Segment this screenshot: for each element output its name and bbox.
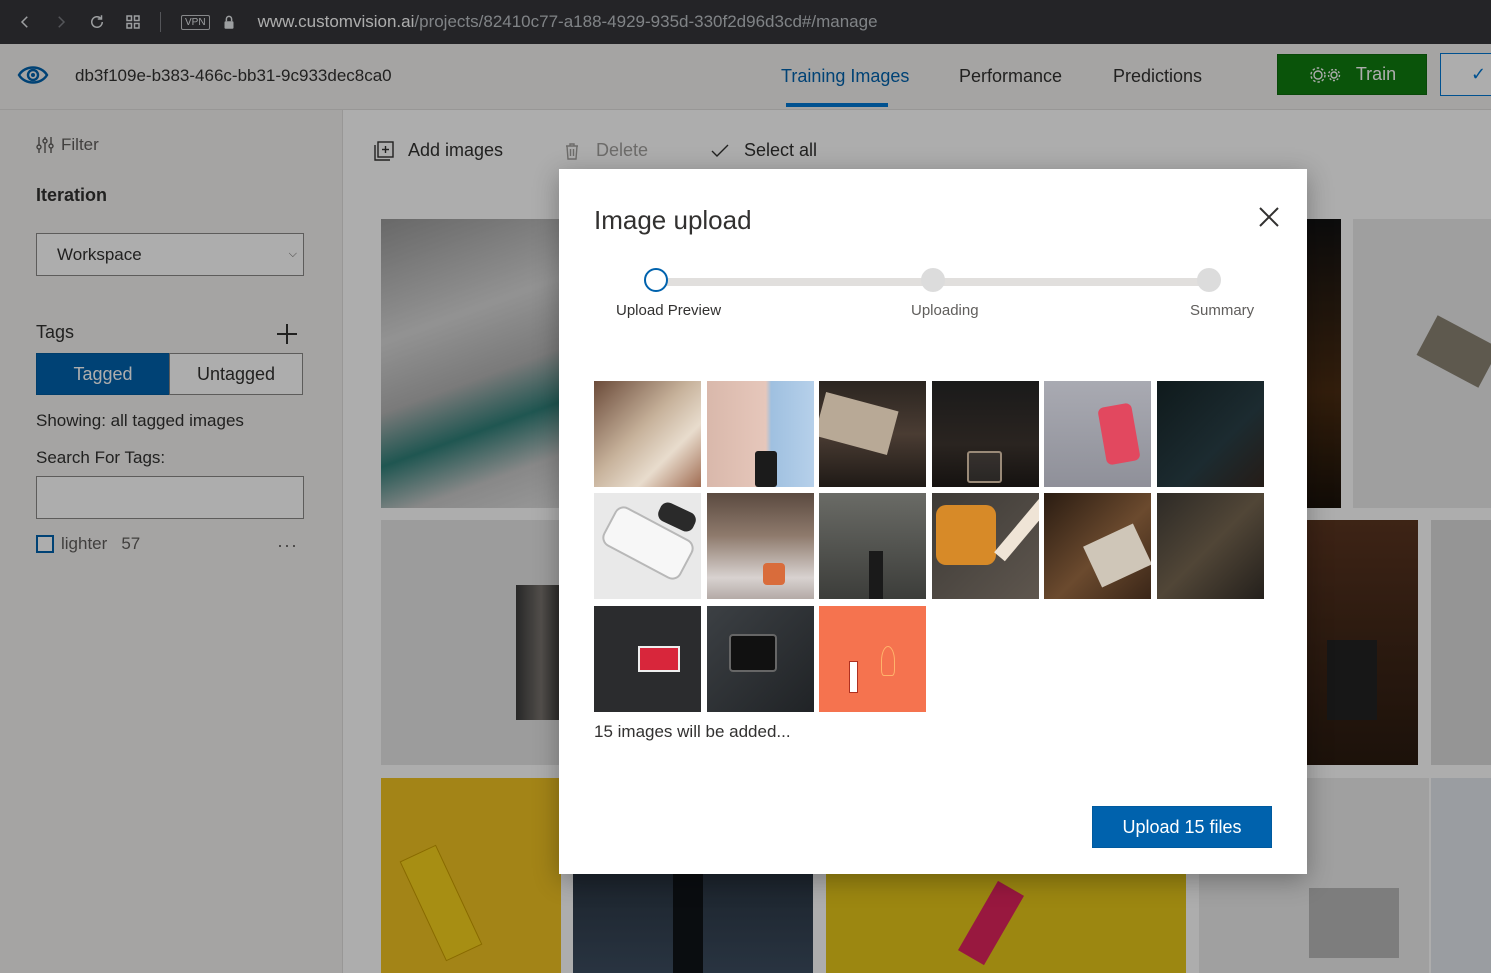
images-added-message: 15 images will be added... — [594, 722, 791, 741]
thumbnail — [819, 493, 926, 599]
step-indicator-upload-preview — [644, 268, 668, 292]
step-label-summary: Summary — [1190, 302, 1255, 319]
thumbnail — [819, 606, 926, 712]
thumbnail — [1157, 493, 1264, 599]
step-indicator-summary — [1197, 268, 1221, 292]
thumbnail — [594, 493, 701, 599]
thumbnail — [932, 381, 1039, 487]
close-icon[interactable] — [1258, 206, 1282, 230]
step-label-upload-preview: Upload Preview — [616, 302, 722, 319]
thumbnail — [707, 493, 814, 599]
thumbnail — [594, 606, 701, 712]
thumbnail — [1044, 493, 1151, 599]
thumbnail — [819, 381, 926, 487]
thumbnail — [932, 493, 1039, 599]
thumbnail — [707, 606, 814, 712]
thumbnail — [1157, 381, 1264, 487]
image-upload-dialog: Image upload Upload Preview Uploading Su… — [559, 169, 1307, 874]
thumbnail — [594, 381, 701, 487]
step-label-uploading: Uploading — [911, 302, 979, 319]
thumbnail — [707, 381, 814, 487]
step-indicator-uploading — [921, 268, 945, 292]
upload-files-button[interactable]: Upload 15 files — [1092, 806, 1272, 848]
dialog-title: Image upload — [594, 205, 752, 235]
thumbnail — [1044, 381, 1151, 487]
